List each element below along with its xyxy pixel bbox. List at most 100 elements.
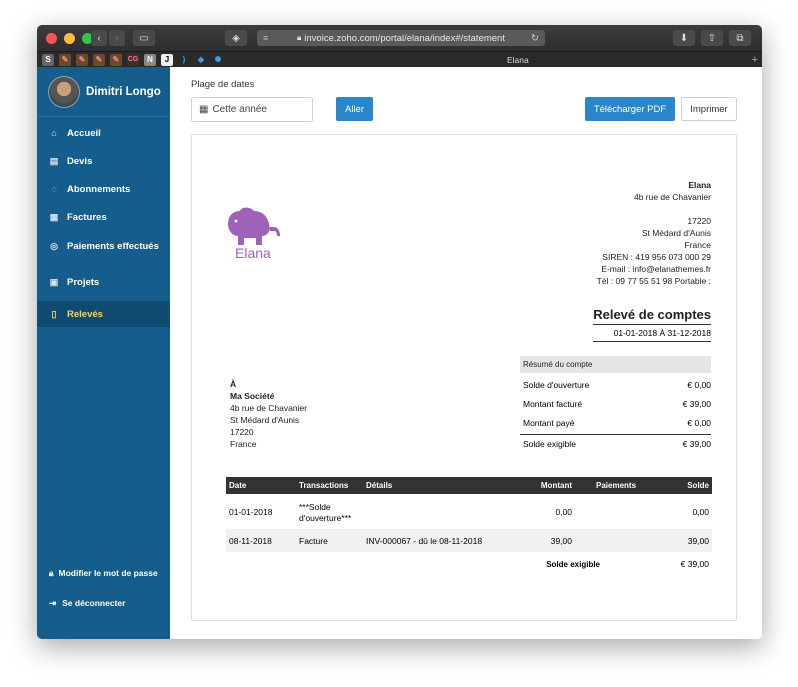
url-text: invoice.zoho.com/portal/elana/index#/sta… [304, 32, 505, 44]
favorite-icon[interactable]: S [42, 53, 54, 66]
subscription-icon: ◌ [51, 184, 57, 194]
summary-row: Montant payé € 0,00 [520, 413, 711, 432]
summary-value: € 0,00 [687, 379, 711, 390]
company-line: Tél : 09 77 55 51 98 Portable : [596, 276, 711, 286]
minimize-window-button[interactable] [64, 32, 75, 44]
favorite-icon[interactable]: CG [127, 53, 139, 66]
logout-icon: ⇥ [49, 598, 57, 608]
summary-label: Solde exigible [523, 439, 576, 449]
statement-title: Relevé de comptes [593, 307, 711, 322]
go-button[interactable]: Aller [336, 97, 373, 121]
download-icon[interactable]: ⬇ [673, 30, 695, 46]
close-window-button[interactable] [46, 32, 57, 44]
summary-label: Montant facturé [523, 398, 583, 409]
forward-icon[interactable]: › [109, 30, 125, 46]
reader-icon[interactable]: ≡ [263, 33, 268, 43]
browser-window: ‹ › ▭ ◈ ≡ 🔒︎ invoice.zoho.com/portal/ela… [37, 25, 762, 639]
page-content: Dimitri Longo ⌂ Accueil ▤ Devis ◌ Abonne… [37, 67, 762, 639]
summary-row: Montant facturé € 39,00 [520, 394, 711, 413]
tab-title[interactable]: Elana [507, 55, 529, 65]
column-header: Transactions [299, 481, 349, 490]
company-line: St Médard d'Aunis [641, 228, 711, 238]
sidebar-item-factures[interactable]: ▦ Factures [37, 203, 170, 231]
favorite-icon[interactable]: ✎ [76, 53, 88, 66]
recipient-line: 17220 [230, 427, 254, 437]
table-row: 01-01-2018 ***Solde d'ouverture*** 0,00 … [226, 494, 712, 529]
favorite-icon[interactable]: ✎ [59, 53, 71, 66]
sidebar-item-label: Relevés [67, 308, 103, 320]
print-button[interactable]: Imprimer [681, 97, 737, 121]
company-line: 4b rue de Chavanier [633, 192, 711, 202]
main-panel: Plage de dates ▦ Cette année Aller Téléc… [170, 67, 762, 639]
shield-icon[interactable]: ◈ [225, 30, 247, 46]
footer-label: Solde exigible [546, 559, 600, 569]
table-cell: 01-01-2018 [229, 506, 273, 517]
column-header: Paiements [596, 481, 637, 490]
lock-icon: 🔒︎ [49, 568, 54, 578]
change-password-link[interactable]: 🔒︎ Modifier le mot de passe [37, 567, 170, 579]
change-password-label: Modifier le mot de passe [58, 568, 158, 578]
sidebar-toggle-icon[interactable]: ▭ [133, 30, 155, 46]
date-range-select[interactable]: ▦ Cette année [191, 97, 313, 122]
document-icon: ▤ [49, 155, 59, 166]
table-cell: 0,00 [692, 506, 709, 517]
sidebar-item-label: Accueil [67, 127, 101, 139]
summary-row-total: Solde exigible € 39,00 [520, 434, 711, 453]
sidebar-item-devis[interactable]: ▤ Devis [37, 147, 170, 175]
table-cell: 08-11-2018 [229, 535, 272, 546]
column-header: Solde [687, 481, 709, 490]
favorite-icon[interactable]: ) [178, 53, 190, 66]
summary-value: € 39,00 [682, 439, 711, 449]
sidebar-item-abonnements[interactable]: ◌ Abonnements [37, 175, 170, 203]
summary-value: € 0,00 [687, 417, 711, 428]
sidebar-item-label: Abonnements [67, 183, 131, 195]
user-profile[interactable]: Dimitri Longo [37, 67, 170, 117]
sidebar-item-label: Paiements effectués [67, 240, 159, 252]
tabs-icon[interactable]: ⧉ [729, 30, 751, 46]
transactions-table: Date Transactions Détails Montant Paieme… [226, 477, 712, 576]
favorite-icon[interactable]: ◆ [195, 53, 207, 66]
table-footer-row: Solde exigible € 39,00 [226, 552, 712, 576]
company-line: France [684, 240, 711, 250]
share-icon[interactable]: ⇧ [701, 30, 723, 46]
recipient-heading: À [230, 379, 237, 389]
recipient-address: À Ma Société 4b rue de Chavanier St Méda… [230, 378, 307, 450]
column-header: Date [229, 481, 247, 490]
sidebar-item-label: Factures [67, 211, 107, 223]
address-bar[interactable]: ≡ 🔒︎ invoice.zoho.com/portal/elana/index… [257, 30, 545, 46]
summary-row: Solde d'ouverture € 0,00 [520, 375, 711, 394]
statement-date-range: 01-01-2018 À 31-12-2018 [593, 324, 711, 342]
favorite-icon[interactable]: ✺ [212, 53, 224, 66]
sidebar-item-label: Projets [67, 276, 100, 288]
company-line: E-mail : info@elanathemes.fr [601, 264, 711, 274]
favorite-icon[interactable]: ✎ [110, 53, 122, 66]
sidebar-item-label: Devis [67, 155, 93, 167]
favorite-icon[interactable]: ✎ [93, 53, 105, 66]
reload-icon[interactable]: ↻ [531, 33, 539, 44]
sidebar: Dimitri Longo ⌂ Accueil ▤ Devis ◌ Abonne… [37, 67, 170, 639]
elephant-logo-icon [228, 207, 280, 245]
sidebar-item-projets[interactable]: ▣ Projets [37, 267, 170, 297]
favorite-icon[interactable]: J [161, 53, 173, 66]
sidebar-item-paiements[interactable]: ◎ Paiements effectués [37, 231, 170, 261]
recipient-name: Ma Société [230, 391, 275, 401]
back-icon[interactable]: ‹ [91, 30, 107, 46]
summary-value: € 39,00 [682, 398, 711, 409]
footer-value: € 39,00 [680, 559, 709, 569]
home-icon: ⌂ [51, 128, 57, 138]
column-header: Détails [366, 481, 393, 490]
sidebar-bottom: 🔒︎ Modifier le mot de passe ⇥ Se déconnect… [37, 567, 170, 609]
statement-icon: ▯ [51, 308, 57, 319]
column-header: Montant [540, 481, 572, 490]
sidebar-item-accueil[interactable]: ⌂ Accueil [37, 119, 170, 147]
user-name: Dimitri Longo [86, 85, 161, 98]
favorite-icon[interactable]: N [144, 53, 156, 66]
tab-bar: S ✎ ✎ ✎ ✎ CG N J ) ◆ ✺ Elana + [37, 51, 762, 67]
company-line: SIREN : 419 956 073 000 29 [602, 252, 711, 262]
download-pdf-button[interactable]: Télécharger PDF [585, 97, 675, 121]
sidebar-item-releves[interactable]: ▯ Relevés [37, 301, 170, 327]
logout-link[interactable]: ⇥ Se déconnecter [37, 597, 170, 609]
new-tab-icon[interactable]: + [752, 54, 758, 66]
recipient-line: France [230, 439, 257, 449]
company-line [597, 203, 711, 215]
